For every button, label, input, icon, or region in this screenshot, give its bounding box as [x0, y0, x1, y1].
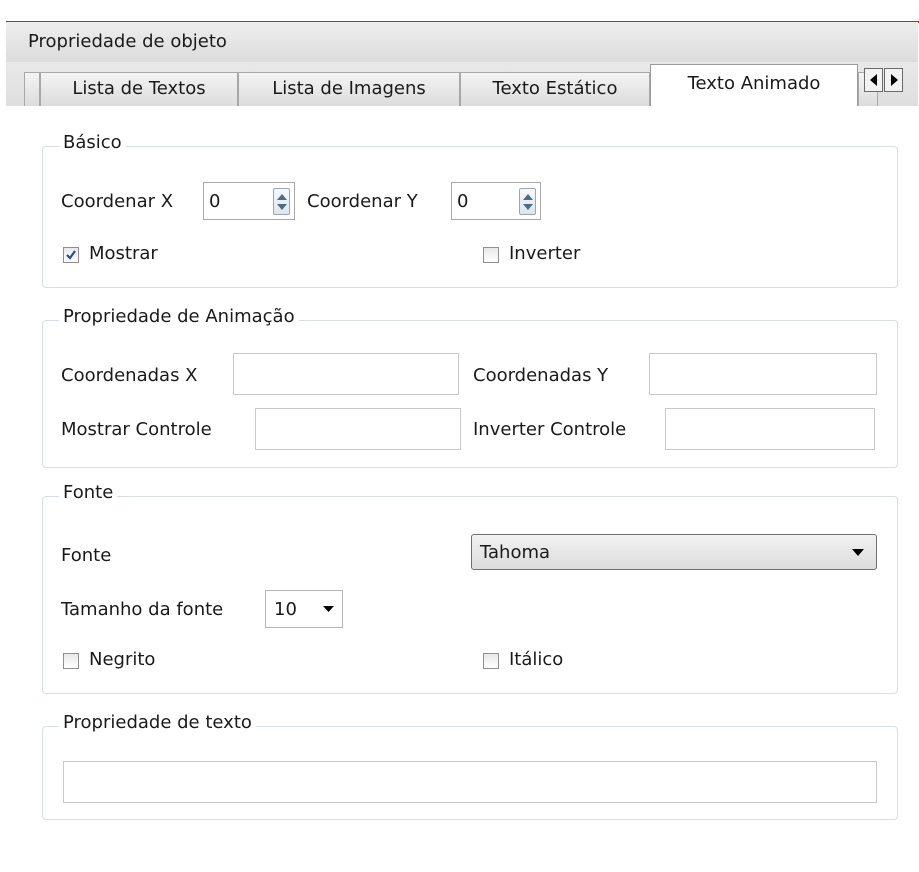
invert-control-label: Inverter Controle — [473, 419, 627, 440]
window-title: Propriedade de objeto — [28, 31, 227, 52]
coords-y-label: Coordenadas Y — [473, 365, 609, 386]
font-select-value: Tahoma — [480, 542, 551, 563]
chevron-down-icon — [852, 549, 864, 556]
tab-scroll-right-button[interactable] — [884, 68, 903, 92]
coords-y-input[interactable] — [649, 353, 877, 395]
invert-checkbox[interactable] — [483, 247, 499, 263]
text-input[interactable] — [63, 761, 877, 803]
tab-label: Texto Animado — [687, 73, 821, 94]
font-group: Fonte Fonte Tahoma Tamanho da fonte 10 N… — [42, 482, 898, 694]
chevron-right-icon — [891, 74, 898, 86]
italic-checkbox[interactable] — [483, 653, 499, 669]
chevron-up-icon — [523, 194, 533, 200]
tab-label: Lista de Imagens — [272, 78, 426, 99]
window-title-bar[interactable]: Propriedade de objeto — [6, 22, 918, 63]
bold-label: Negrito — [89, 649, 156, 670]
coord-x-label: Coordenar X — [61, 191, 174, 212]
font-label: Fonte — [61, 545, 112, 566]
coord-x-value: 0 — [209, 191, 221, 212]
coord-y-label: Coordenar Y — [307, 191, 418, 212]
show-checkbox[interactable] — [63, 247, 79, 263]
italic-label: Itálico — [509, 649, 564, 670]
bold-checkbox[interactable] — [63, 653, 79, 669]
chevron-up-icon — [277, 194, 287, 200]
font-size-value: 10 — [274, 599, 297, 620]
basic-group: Básico Coordenar X 0 Coordenar Y 0 Mostr… — [42, 132, 898, 288]
group-title: Propriedade de Animação — [59, 306, 299, 327]
show-label: Mostrar — [89, 243, 158, 264]
font-size-label: Tamanho da fonte — [61, 599, 224, 620]
tab-lista-de-textos[interactable]: Lista de Textos — [40, 72, 238, 106]
group-title: Básico — [59, 132, 126, 153]
text-group: Propriedade de texto — [42, 712, 898, 820]
show-control-label: Mostrar Controle — [61, 419, 212, 440]
tab-bar: Lista de Textos Lista de Imagens Texto E… — [6, 62, 918, 107]
coord-x-stepper[interactable] — [273, 188, 290, 215]
tab-partial-hidden[interactable] — [24, 72, 40, 106]
tab-texto-estatico[interactable]: Texto Estático — [460, 72, 650, 106]
chevron-down-icon — [277, 204, 287, 210]
coords-x-label: Coordenadas X — [61, 365, 198, 386]
coord-y-stepper[interactable] — [519, 188, 536, 215]
tab-label: Texto Estático — [492, 78, 618, 99]
show-control-input[interactable] — [255, 408, 461, 450]
chevron-down-icon — [523, 204, 533, 210]
invert-control-input[interactable] — [665, 408, 875, 450]
tab-texto-animado[interactable]: Texto Animado — [650, 64, 858, 107]
coords-x-input[interactable] — [233, 353, 459, 395]
coord-x-spinbox[interactable]: 0 — [203, 182, 295, 220]
group-title: Propriedade de texto — [59, 712, 256, 733]
check-icon — [66, 250, 76, 260]
coord-y-value: 0 — [457, 191, 469, 212]
tab-scroll-left-button[interactable] — [864, 68, 883, 92]
tab-label: Lista de Textos — [72, 78, 206, 99]
invert-label: Inverter — [509, 243, 581, 264]
font-size-select[interactable]: 10 — [265, 590, 343, 628]
chevron-down-icon — [323, 606, 334, 612]
group-title: Fonte — [59, 482, 118, 503]
tab-lista-de-imagens[interactable]: Lista de Imagens — [238, 72, 460, 106]
properties-panel: Básico Coordenar X 0 Coordenar Y 0 Mostr… — [6, 106, 918, 872]
coord-y-spinbox[interactable]: 0 — [451, 182, 541, 220]
animation-group: Propriedade de Animação Coordenadas X Co… — [42, 306, 898, 468]
chevron-left-icon — [870, 74, 877, 86]
font-select[interactable]: Tahoma — [471, 534, 877, 570]
